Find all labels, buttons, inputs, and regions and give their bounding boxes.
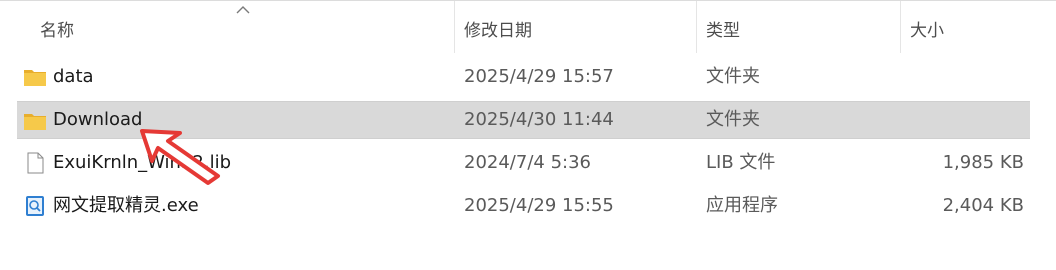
file-name: Download [53, 109, 143, 130]
column-date[interactable]: 修改日期 [454, 1, 696, 53]
column-header: 名称 修改日期 类型 大小 [0, 0, 1056, 53]
file-row-lib[interactable]: ExuiKrnln_Win32.lib 2024/7/4 5:36 LIB 文件… [17, 144, 1030, 182]
file-type: LIB 文件 [706, 152, 776, 173]
folder-icon [24, 70, 46, 86]
file-name: ExuiKrnln_Win32.lib [53, 152, 232, 173]
file-date: 2025/4/29 15:55 [464, 195, 614, 216]
file-type: 应用程序 [706, 195, 778, 216]
file-type: 文件夹 [706, 66, 760, 87]
file-size: 2,404 KB [942, 195, 1024, 216]
file-type: 文件夹 [706, 109, 760, 130]
file-date: 2025/4/30 11:44 [464, 109, 614, 130]
file-name: 网文提取精灵.exe [53, 195, 199, 216]
file-size: 1,985 KB [942, 152, 1024, 173]
folder-icon [24, 114, 46, 130]
file-name: data [53, 66, 94, 87]
column-name[interactable]: 名称 [30, 1, 454, 53]
file-date: 2025/4/29 15:57 [464, 66, 614, 87]
file-icon [27, 152, 44, 174]
file-date: 2024/7/4 5:36 [464, 152, 591, 173]
column-type[interactable]: 类型 [696, 1, 900, 53]
app-icon [26, 196, 44, 216]
file-row-download[interactable]: Download 2025/4/30 11:44 文件夹 [17, 101, 1030, 139]
file-row-exe[interactable]: 网文提取精灵.exe 2025/4/29 15:55 应用程序 2,404 KB [17, 187, 1030, 225]
column-size[interactable]: 大小 [900, 1, 1040, 53]
file-row-data[interactable]: data 2025/4/29 15:57 文件夹 [17, 58, 1030, 96]
